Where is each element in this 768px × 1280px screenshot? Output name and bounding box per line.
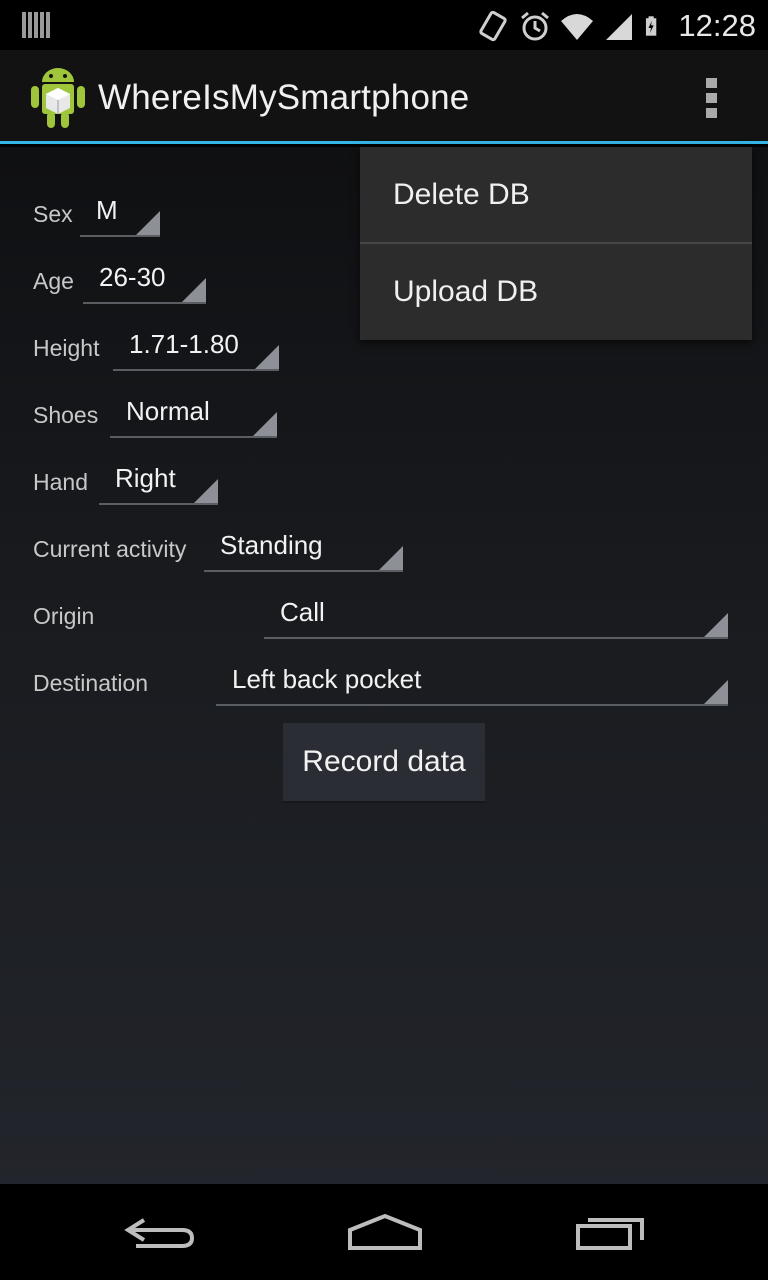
overflow-menu-icon[interactable] xyxy=(692,72,732,124)
dropdown-arrow-icon xyxy=(182,278,206,302)
age-value: 26-30 xyxy=(99,262,166,292)
hand-value: Right xyxy=(115,463,176,493)
activity-row: Current activity Standing xyxy=(0,522,768,582)
shoes-spinner[interactable]: Normal xyxy=(110,392,277,438)
activity-spinner[interactable]: Standing xyxy=(204,526,403,572)
wifi-icon xyxy=(561,14,594,40)
sex-spinner[interactable]: M xyxy=(80,191,160,237)
record-data-button[interactable]: Record data xyxy=(283,723,485,803)
height-value: 1.71-1.80 xyxy=(129,329,239,359)
navigation-bar xyxy=(0,1184,768,1280)
battery-icon xyxy=(646,16,657,36)
origin-value: Call xyxy=(280,597,325,627)
destination-value: Left back pocket xyxy=(232,664,422,694)
back-icon[interactable] xyxy=(114,1208,204,1258)
dropdown-arrow-icon xyxy=(136,211,160,235)
shoes-row: Shoes Normal xyxy=(0,388,768,448)
android-icon[interactable] xyxy=(28,64,88,130)
status-bar: 12:28 xyxy=(0,0,768,50)
recents-icon[interactable] xyxy=(566,1208,656,1258)
activity-label: Current activity xyxy=(33,536,187,562)
sex-label: Sex xyxy=(33,201,73,227)
menu-item-upload-db[interactable]: Upload DB xyxy=(360,244,752,340)
shoes-label: Shoes xyxy=(33,402,99,428)
dropdown-arrow-icon xyxy=(379,546,403,570)
destination-row: Destination Left back pocket xyxy=(0,656,768,716)
app-title: WhereIsMySmartphone xyxy=(98,78,470,117)
clock: 12:28 xyxy=(678,8,756,43)
signal-icon xyxy=(606,14,633,40)
shoes-value: Normal xyxy=(126,396,210,426)
hand-spinner[interactable]: Right xyxy=(99,459,218,505)
origin-label: Origin xyxy=(33,603,95,629)
overflow-menu: Delete DB Upload DB xyxy=(360,147,752,340)
destination-label: Destination xyxy=(33,670,149,696)
sex-value: M xyxy=(96,195,118,225)
origin-spinner[interactable]: Call xyxy=(264,593,728,639)
action-bar: WhereIsMySmartphone xyxy=(0,50,768,144)
hand-row: Hand Right xyxy=(0,455,768,515)
dropdown-arrow-icon xyxy=(255,345,279,369)
home-icon[interactable] xyxy=(340,1208,430,1258)
alarm-icon xyxy=(521,11,550,41)
dropdown-arrow-icon xyxy=(704,613,728,637)
hand-label: Hand xyxy=(33,469,88,495)
age-label: Age xyxy=(33,268,74,294)
age-spinner[interactable]: 26-30 xyxy=(83,258,206,304)
dropdown-arrow-icon xyxy=(194,479,218,503)
menu-item-delete-db[interactable]: Delete DB xyxy=(360,147,752,243)
activity-value: Standing xyxy=(220,530,323,560)
vibrate-icon xyxy=(479,10,508,42)
height-spinner[interactable]: 1.71-1.80 xyxy=(113,325,279,371)
sim-icon xyxy=(22,12,50,38)
origin-row: Origin Call xyxy=(0,589,768,649)
dropdown-arrow-icon xyxy=(704,680,728,704)
dropdown-arrow-icon xyxy=(253,412,277,436)
destination-spinner[interactable]: Left back pocket xyxy=(216,660,728,706)
height-label: Height xyxy=(33,335,100,361)
